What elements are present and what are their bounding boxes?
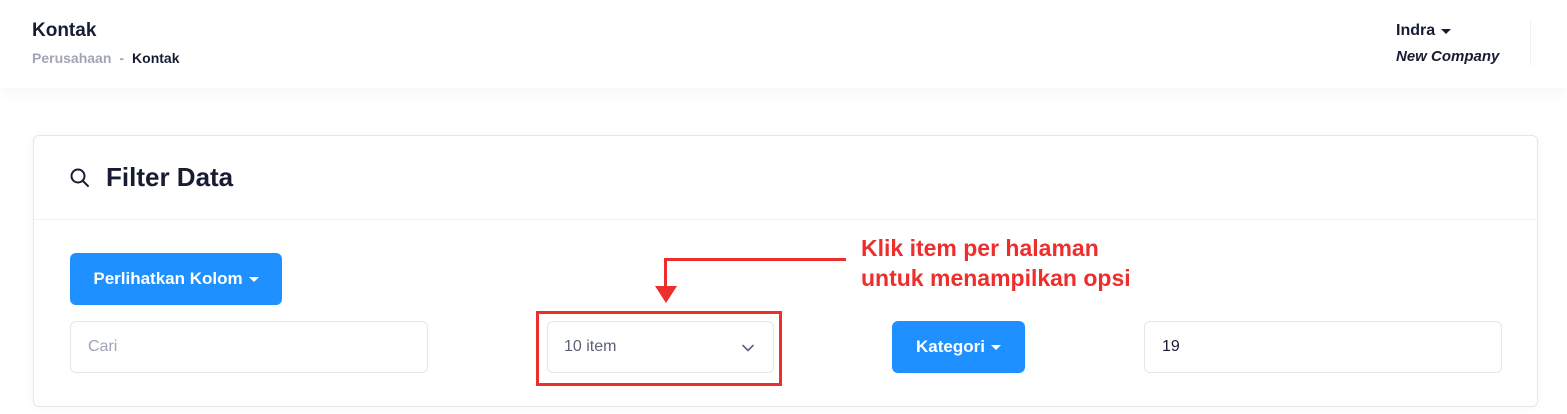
- caret-down-icon: [1441, 28, 1452, 34]
- company-name: New Company: [1396, 48, 1500, 65]
- card-title: Filter Data: [106, 162, 234, 192]
- search-icon: [68, 166, 92, 190]
- search-input[interactable]: [70, 321, 428, 373]
- page-title: Kontak: [32, 20, 97, 41]
- card-header: Filter Data: [34, 136, 1537, 220]
- breadcrumb-item-kontak: Kontak: [132, 50, 180, 66]
- user-menu[interactable]: Indra New Company: [1396, 22, 1528, 65]
- caret-down-icon: [990, 344, 1001, 350]
- annotation-line-1: Klik item per halaman: [861, 235, 1099, 261]
- annotation-arrow-line-vertical: [664, 258, 667, 288]
- header-divider: [1530, 20, 1531, 66]
- arrow-down-icon: [655, 286, 677, 303]
- user-name: Indra: [1396, 22, 1436, 39]
- show-columns-button[interactable]: Perlihatkan Kolom: [70, 253, 282, 305]
- filter-card: Filter Data Perlihatkan Kolom 10 item Ka…: [33, 135, 1538, 407]
- breadcrumb-separator: -: [119, 50, 125, 66]
- annotation-highlight-box: [536, 311, 782, 386]
- breadcrumb: Perusahaan - Kontak: [32, 50, 180, 66]
- breadcrumb-item-perusahaan[interactable]: Perusahaan: [32, 50, 111, 66]
- top-header: Kontak Perusahaan - Kontak Indra New Com…: [0, 0, 1567, 88]
- user-dropdown-toggle[interactable]: Indra: [1396, 22, 1528, 40]
- annotation-text: Klik item per halaman untuk menampilkan …: [861, 233, 1181, 293]
- annotation-arrow-line: [664, 258, 846, 261]
- number-input[interactable]: [1144, 321, 1502, 373]
- show-columns-label: Perlihatkan Kolom: [93, 269, 243, 288]
- category-label: Kategori: [916, 337, 985, 356]
- category-button[interactable]: Kategori: [892, 321, 1025, 373]
- caret-down-icon: [248, 276, 259, 282]
- annotation-line-2: untuk menampilkan opsi: [861, 265, 1131, 291]
